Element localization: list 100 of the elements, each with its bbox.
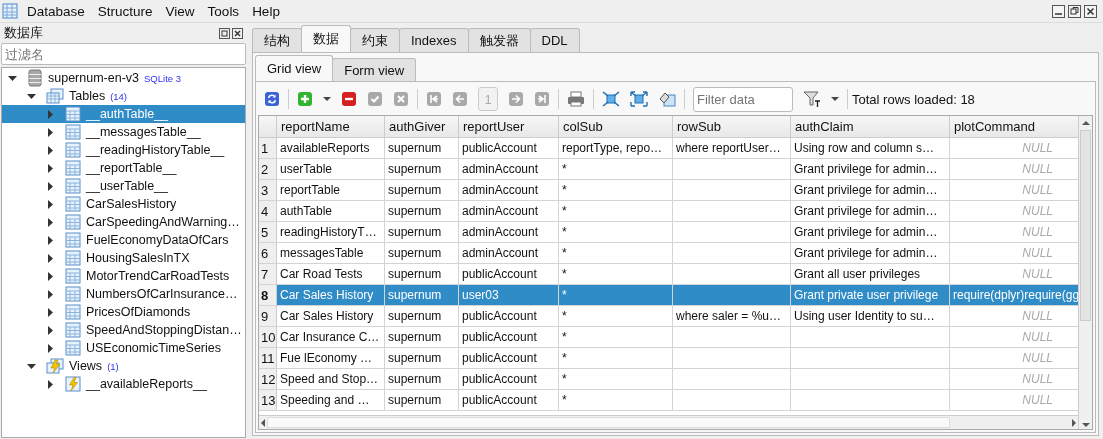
scroll-down-icon[interactable] xyxy=(1080,421,1091,429)
row-number[interactable]: 7 xyxy=(259,264,277,284)
tree-item[interactable]: __userTable__ xyxy=(2,177,245,195)
tree-item[interactable]: USEconomicTimeSeries xyxy=(2,339,245,357)
tree-item[interactable]: supernum-en-v3 SQLite 3 xyxy=(2,69,245,87)
menu-item[interactable]: View xyxy=(165,3,195,19)
scroll-thumb[interactable] xyxy=(1080,130,1091,321)
close-icon[interactable] xyxy=(232,27,243,39)
tree-item[interactable]: FuelEconomyDataOfCars xyxy=(2,231,245,249)
tree-item[interactable]: CarSalesHistory xyxy=(2,195,245,213)
column-header[interactable]: colSub xyxy=(559,116,673,137)
float-icon[interactable] xyxy=(219,27,230,39)
tree-item[interactable]: PricesOfDiamonds xyxy=(2,303,245,321)
format-icon[interactable] xyxy=(658,91,676,107)
tab[interactable]: 触发器 xyxy=(467,28,531,52)
table-icon xyxy=(65,268,81,284)
row-number[interactable]: 13 xyxy=(259,390,277,410)
tree-item[interactable]: Tables (14) xyxy=(2,87,245,105)
filter-data-field[interactable]: Filter data xyxy=(693,86,793,112)
menu-item[interactable]: Database xyxy=(27,3,85,19)
menu-item[interactable]: Structure xyxy=(97,3,153,19)
tab[interactable]: Form view xyxy=(332,58,417,81)
restore-icon[interactable] xyxy=(1068,4,1081,18)
row-number[interactable]: 4 xyxy=(259,201,277,221)
column-header[interactable]: authClaim xyxy=(791,116,950,137)
tree-label: __messagesTable__ xyxy=(86,125,201,139)
table-icon xyxy=(65,106,81,122)
row-number[interactable]: 9 xyxy=(259,306,277,326)
column-header[interactable]: authGiver xyxy=(385,116,459,137)
tree-item[interactable]: SpeedAndStoppingDistan… xyxy=(2,321,245,339)
row-number[interactable]: 12 xyxy=(259,369,277,389)
table-cell: Using row and column s… xyxy=(791,138,950,158)
table-cell: * xyxy=(559,201,673,221)
table-cell: publicAccount xyxy=(459,138,559,158)
row-number[interactable]: 11 xyxy=(259,348,277,368)
caret-icon[interactable] xyxy=(831,96,839,102)
menu-item[interactable]: Help xyxy=(252,3,280,19)
table-icon xyxy=(65,304,81,320)
row-number[interactable]: 6 xyxy=(259,243,277,263)
table-cell: supernum xyxy=(385,264,459,284)
caret-icon[interactable] xyxy=(323,96,331,102)
menu-item[interactable]: Tools xyxy=(207,3,240,19)
tree-item[interactable]: NumbersOfCarInsurance… xyxy=(2,285,245,303)
table-cell: Grant privilege for admin… xyxy=(791,243,950,263)
tab[interactable]: 结构 xyxy=(252,28,302,52)
tree-item[interactable]: __reportTable__ xyxy=(2,159,245,177)
scroll-up-icon[interactable] xyxy=(1080,119,1091,127)
tab[interactable]: DDL xyxy=(529,28,580,52)
expand-columns-icon[interactable] xyxy=(630,91,648,107)
count-label: (1) xyxy=(107,360,119,372)
row-number[interactable]: 2 xyxy=(259,159,277,179)
filter-field[interactable]: 过滤名 xyxy=(1,43,246,65)
collapse-arrow-icon[interactable] xyxy=(8,73,17,83)
tree-label: PricesOfDiamonds xyxy=(86,305,191,319)
tree-item[interactable]: __messagesTable__ xyxy=(2,123,245,141)
column-header[interactable]: rowSub xyxy=(673,116,791,137)
tree-item[interactable]: __readingHistoryTable__ xyxy=(2,141,245,159)
row-number[interactable]: 5 xyxy=(259,222,277,242)
minimize-icon[interactable] xyxy=(1052,4,1065,18)
table-cell: reportTable xyxy=(277,180,385,200)
horizontal-scrollbar[interactable] xyxy=(259,415,1078,429)
collapse-arrow-icon[interactable] xyxy=(27,91,36,101)
add-row-icon[interactable] xyxy=(297,91,313,107)
tree-label: CarSalesHistory xyxy=(86,197,177,211)
refresh-icon[interactable] xyxy=(264,91,280,107)
collapse-arrow-icon[interactable] xyxy=(27,361,36,371)
tree-item[interactable]: HousingSalesInTX xyxy=(2,249,245,267)
table-cell: Car Insurance C… xyxy=(277,327,385,347)
table-cell: authTable xyxy=(277,201,385,221)
row-number[interactable]: 1 xyxy=(259,138,277,158)
filter-icon[interactable] xyxy=(803,91,821,107)
table-cell: * xyxy=(559,285,673,305)
tree-item[interactable]: MotorTrendCarRoadTests xyxy=(2,267,245,285)
tab[interactable]: Grid view xyxy=(255,55,334,81)
vertical-scrollbar[interactable] xyxy=(1078,116,1092,429)
tree-item[interactable]: __availableReports__ xyxy=(2,375,245,393)
table-cell: * xyxy=(559,159,673,179)
table-cell: * xyxy=(559,306,673,326)
expand-arrow-icon[interactable] xyxy=(46,379,55,389)
row-number[interactable]: 3 xyxy=(259,180,277,200)
column-header[interactable]: reportUser xyxy=(459,116,559,137)
close-icon[interactable] xyxy=(1084,4,1097,18)
tab[interactable]: Indexes xyxy=(399,28,469,52)
table-icon xyxy=(65,124,81,140)
table-cell: Speed and Stop… xyxy=(277,369,385,389)
row-number[interactable]: 10 xyxy=(259,327,277,347)
row-number[interactable]: 8 xyxy=(259,285,277,305)
tree-item[interactable]: Views (1) xyxy=(2,357,245,375)
table-icon xyxy=(65,322,81,338)
tab[interactable]: 约束 xyxy=(350,28,400,52)
table-cell: * xyxy=(559,180,673,200)
tab[interactable]: 数据 xyxy=(301,25,351,52)
scroll-thumb[interactable] xyxy=(267,417,950,428)
print-icon[interactable] xyxy=(567,91,585,107)
tree-item[interactable]: CarSpeedingAndWarning… xyxy=(2,213,245,231)
delete-row-icon[interactable] xyxy=(341,91,357,107)
column-header[interactable]: reportName xyxy=(277,116,385,137)
tree-label: Views xyxy=(69,359,103,373)
collapse-columns-icon[interactable] xyxy=(602,91,620,107)
tree-item[interactable]: __authTable__ xyxy=(2,105,245,123)
